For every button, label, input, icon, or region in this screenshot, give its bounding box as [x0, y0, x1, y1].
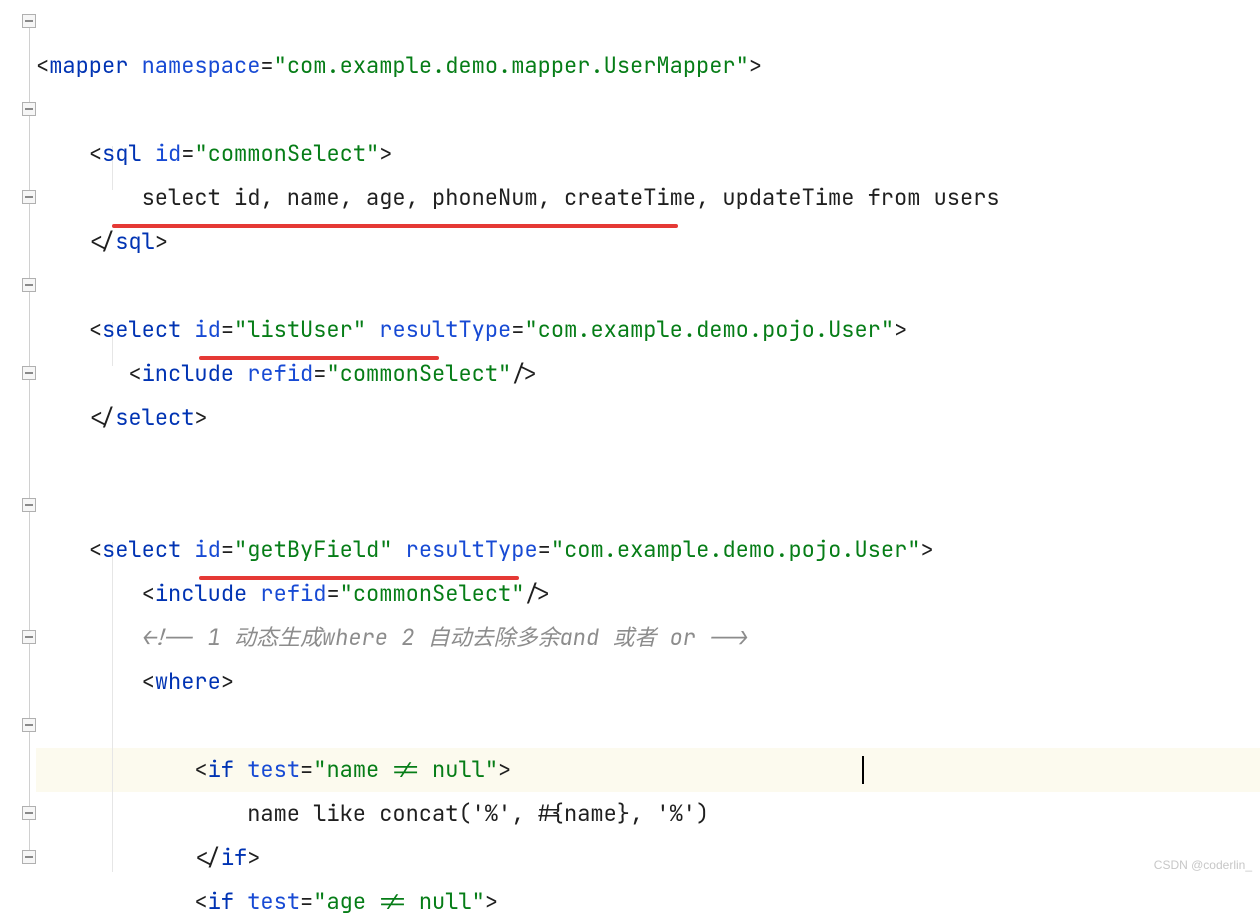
attr-refid: refid [247, 359, 313, 388]
val-id: getByField [247, 535, 379, 564]
annotation-underline [199, 356, 439, 360]
attr-test: test [247, 755, 300, 784]
tag-select-close: select [115, 403, 194, 432]
xml-comment: <!-- 1 动态生成where 2 自动去除多余and 或者 or --> [142, 623, 749, 652]
fold-icon[interactable] [22, 498, 36, 512]
attr-resulttype: resultType [406, 535, 538, 564]
val-namespace: com.example.demo.mapper.UserMapper [287, 51, 736, 80]
annotation-underline [112, 224, 678, 228]
tag-include: include [155, 579, 247, 608]
text-cursor [862, 756, 864, 784]
val-resulttype: com.example.demo.pojo.User [538, 315, 881, 344]
fold-icon[interactable] [22, 278, 36, 292]
attr-refid: refid [260, 579, 326, 608]
tag-if: if [208, 887, 234, 916]
attr-resulttype: resultType [379, 315, 511, 344]
val-id: listUser [247, 315, 353, 344]
watermark: CSDN @coderlin_ [1154, 858, 1252, 872]
fold-icon[interactable] [22, 102, 36, 116]
bracket: < [36, 51, 49, 80]
tag-if-close: if [221, 843, 247, 872]
tag-if: if [208, 755, 234, 784]
tag-sql: sql [102, 139, 142, 168]
val-resulttype: com.example.demo.pojo.User [564, 535, 907, 564]
annotation-underline [199, 576, 519, 580]
fold-icon[interactable] [22, 850, 36, 864]
tag-select: select [102, 535, 181, 564]
val-refid: commonSelect [353, 579, 511, 608]
fold-icon[interactable] [22, 718, 36, 732]
sql-text: select id, name, age, phoneNum, createTi… [142, 183, 1000, 212]
sql-text: name like concat('%', #{name}, '%') [247, 799, 709, 828]
attr-namespace: namespace [142, 51, 261, 80]
val-test: age != null [326, 887, 471, 916]
attr-id: id [194, 535, 220, 564]
attr-test: test [247, 887, 300, 916]
fold-icon[interactable] [22, 190, 36, 204]
gutter [0, 0, 36, 876]
attr-id: id [155, 139, 181, 168]
tag-include: include [142, 359, 234, 388]
fold-icon[interactable] [22, 366, 36, 380]
attr-id: id [194, 315, 220, 344]
val-id: commonSelect [208, 139, 366, 168]
val-test: name != null [326, 755, 484, 784]
tag-select: select [102, 315, 181, 344]
tag-sql-close: sql [115, 227, 155, 256]
fold-icon[interactable] [22, 630, 36, 644]
fold-icon[interactable] [22, 14, 36, 28]
val-refid: commonSelect [340, 359, 498, 388]
tag-mapper: mapper [49, 51, 128, 80]
fold-icon[interactable] [22, 806, 36, 820]
code-editor[interactable]: <mapper namespace="com.example.demo.mapp… [36, 0, 1000, 924]
tag-where: where [155, 667, 221, 696]
